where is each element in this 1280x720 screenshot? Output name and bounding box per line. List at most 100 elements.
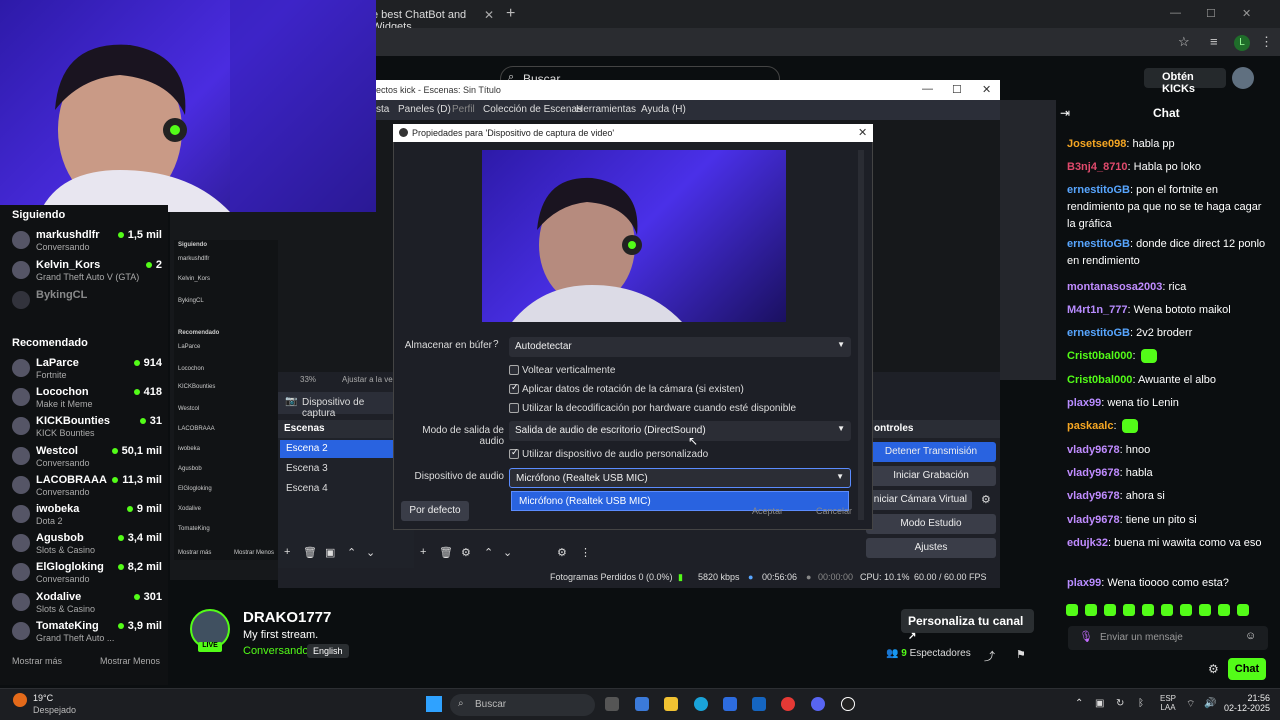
clock[interactable]: 21:56 02-12-2025 <box>1222 693 1270 713</box>
sidebar-channel[interactable]: KICKBounties KICK Bounties 31 <box>12 415 162 441</box>
outlook-icon[interactable] <box>752 697 766 711</box>
chat-username[interactable]: Josetse098 <box>1067 138 1126 150</box>
tray-refresh-icon[interactable]: ↻ <box>1116 698 1124 709</box>
zoom-value[interactable]: 33% <box>300 375 316 384</box>
scene-item[interactable]: Escena 4 <box>280 480 394 498</box>
buffer-select[interactable]: Autodetectar ▼ <box>509 337 851 357</box>
taskbar-search[interactable]: ⌕ Buscar <box>450 694 595 716</box>
mixer-settings-icon[interactable]: ⚙ <box>557 546 567 559</box>
emote-icon[interactable] <box>1066 604 1078 616</box>
reading-list-icon[interactable]: ≡ <box>1210 34 1218 49</box>
windows-start-icon[interactable] <box>426 696 442 712</box>
cancel-button[interactable]: Cancelar <box>816 506 866 520</box>
streamer-name[interactable]: DRAKO1777 <box>243 609 331 626</box>
stop-stream-button[interactable]: Detener Transmisión <box>866 442 996 462</box>
language-indicator[interactable]: ESP LAA <box>1160 694 1176 712</box>
weather-desc[interactable]: Despejado <box>33 705 76 715</box>
emote-icon[interactable] <box>1199 604 1211 616</box>
virtual-camera-gear-icon[interactable]: ⚙ <box>981 493 991 506</box>
dialog-close-icon[interactable]: ✕ <box>858 126 867 139</box>
menu-item[interactable]: Perfil <box>452 104 475 115</box>
custom-audio-checkbox[interactable] <box>509 447 519 459</box>
dialog-scrollbar[interactable] <box>858 150 864 520</box>
close-window-icon[interactable]: ✕ <box>1242 7 1251 20</box>
menu-item[interactable]: sta <box>376 104 389 115</box>
mixer-menu-icon[interactable]: ⋮ <box>580 546 591 559</box>
sidebar-channel[interactable]: Westcol Conversando 50,1 mil <box>12 445 162 471</box>
emote-icon[interactable] <box>1161 604 1173 616</box>
emote-icon[interactable] <box>1237 604 1249 616</box>
tray-chevron-icon[interactable]: ⌃ <box>1075 698 1083 709</box>
obtain-kicks-button[interactable]: Obtén KICKs <box>1144 68 1226 95</box>
chat-username[interactable]: vlady9678 <box>1067 514 1120 526</box>
task-view-icon[interactable] <box>605 697 619 711</box>
emote-icon[interactable] <box>1104 604 1116 616</box>
customize-channel-button[interactable]: Personaliza tu canal ↗ <box>901 609 1034 642</box>
bookmark-star-icon[interactable]: ☆ <box>1178 34 1190 50</box>
maximize-icon[interactable]: ☐ <box>1206 7 1216 20</box>
chat-username[interactable]: vlady9678 <box>1067 467 1120 479</box>
scene-item[interactable]: Escena 2 <box>280 440 394 458</box>
chat-username[interactable]: plax99 <box>1067 577 1101 589</box>
browser-tab[interactable]: e best ChatBot and Widgets <box>372 0 502 33</box>
weather-icon[interactable] <box>13 693 27 707</box>
chat-username[interactable]: Crist0bal000 <box>1067 374 1132 386</box>
emoji-icon[interactable]: ☺ <box>1245 630 1256 642</box>
sidebar-channel[interactable]: BykingCL <box>12 289 162 315</box>
menu-item[interactable]: Colección de Escenas <box>483 104 582 115</box>
store-icon[interactable] <box>723 697 737 711</box>
tray-app-icon[interactable]: ▣ <box>1095 698 1104 709</box>
move-up-icon[interactable]: ⌃ <box>347 546 356 559</box>
sidebar-channel[interactable]: Kelvin_Kors Grand Theft Auto V (GTA) 2 <box>12 259 162 285</box>
chat-send-button[interactable]: Chat <box>1228 658 1266 680</box>
chat-username[interactable]: ernestitoGB <box>1067 327 1130 339</box>
start-recording-button[interactable]: Iniciar Grabación <box>866 466 996 486</box>
chat-username[interactable]: plax99 <box>1067 397 1101 409</box>
volume-icon[interactable]: 🔊 <box>1204 698 1216 709</box>
sidebar-channel[interactable]: Xodalive Slots & Casino 301 <box>12 591 162 617</box>
settings-button[interactable]: Ajustes <box>866 538 996 558</box>
filter-scene-icon[interactable]: ▣ <box>325 546 335 559</box>
mic-icon[interactable]: 🎙 <box>1079 630 1093 643</box>
obs-maximize-icon[interactable]: ☐ <box>952 83 962 96</box>
studio-mode-button[interactable]: Modo Estudio <box>866 514 996 534</box>
share-icon[interactable]: ⤴ <box>984 648 995 664</box>
chat-username[interactable]: vlady9678 <box>1067 490 1120 502</box>
move-down-icon[interactable]: ⌄ <box>366 546 375 559</box>
add-source-icon[interactable]: + <box>420 546 426 558</box>
profile-avatar[interactable]: L <box>1234 35 1250 51</box>
sidebar-channel[interactable]: TomateKing Grand Theft Auto ... 3,9 mil <box>12 620 162 646</box>
sidebar-channel[interactable]: LACOBRAAA Conversando 11,3 mil <box>12 474 162 500</box>
edge-icon[interactable] <box>694 697 708 711</box>
source-down-icon[interactable]: ⌄ <box>503 546 512 559</box>
help-icon[interactable]: ? <box>493 339 499 350</box>
remove-scene-icon[interactable]: 🗑 <box>303 546 317 559</box>
chat-input[interactable]: Enviar un mensaje <box>1068 626 1268 650</box>
file-explorer-icon[interactable] <box>664 697 678 711</box>
chat-username[interactable]: M4rt1n_777 <box>1067 304 1128 316</box>
collapse-chat-icon[interactable]: ⇥ <box>1060 106 1070 120</box>
chat-username[interactable]: montanasosa2003 <box>1067 281 1162 293</box>
emote-icon[interactable] <box>1123 604 1135 616</box>
minimize-icon[interactable]: — <box>1170 7 1181 19</box>
tray-bluetooth-icon[interactable]: ᛒ <box>1138 698 1144 709</box>
sidebar-channel[interactable]: LaParce Fortnite 914 <box>12 357 162 383</box>
sidebar-channel[interactable]: Agusbob Slots & Casino 3,4 mil <box>12 532 162 558</box>
sidebar-channel[interactable]: ElGlogloking Conversando 8,2 mil <box>12 561 162 587</box>
audio-mode-select[interactable]: Salida de audio de escritorio (DirectSou… <box>509 421 851 441</box>
scene-item[interactable]: Escena 3 <box>280 460 394 478</box>
emote-icon[interactable] <box>1218 604 1230 616</box>
chrome-icon[interactable] <box>781 697 795 711</box>
widgets-icon[interactable] <box>635 697 649 711</box>
language-tag[interactable]: English <box>307 644 349 658</box>
sidebar-channel[interactable]: markushdlfr Conversando 1,5 mil <box>12 229 162 255</box>
add-scene-icon[interactable]: + <box>284 546 290 558</box>
chat-username[interactable]: edujk32 <box>1067 537 1108 549</box>
user-avatar[interactable] <box>1232 67 1254 89</box>
sidebar-channel[interactable]: iwobeka Dota 2 9 mil <box>12 503 162 529</box>
tab-close-icon[interactable]: ✕ <box>484 8 494 22</box>
audio-device-select[interactable]: Micrófono (Realtek USB MIC) ▼ <box>509 468 851 488</box>
default-button[interactable]: Por defecto <box>401 501 469 521</box>
obs-minimize-icon[interactable]: — <box>922 83 933 95</box>
flip-checkbox[interactable] <box>509 365 519 375</box>
